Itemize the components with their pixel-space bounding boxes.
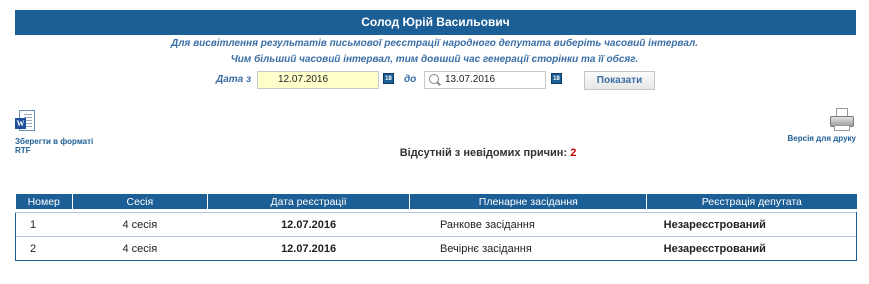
registration-table: Номер Сесія Дата реєстрації Пленарне зас… xyxy=(15,194,857,261)
date-filter-row: Дата з 12.07.2016 18 до 13.07.2016 18 По… xyxy=(0,71,869,91)
cell-number: 2 xyxy=(15,236,73,261)
table-row: 2 4 сесія 12.07.2016 Вечірнє засідання Н… xyxy=(15,236,857,261)
save-rtf-label-line-1[interactable]: Зберегти в форматі xyxy=(15,137,125,146)
word-document-line xyxy=(24,114,32,115)
column-header-date: Дата реєстрації xyxy=(207,194,411,209)
date-to-label: до xyxy=(404,74,417,85)
absent-label: Відсутній з невідомих причин: xyxy=(399,147,568,159)
print-version-link[interactable]: Версія для друку xyxy=(788,108,857,143)
search-icon xyxy=(429,74,439,84)
cell-registration-status: Незареєстрований xyxy=(646,212,857,237)
cell-date: 12.07.2016 xyxy=(207,236,410,261)
date-to-input[interactable]: 13.07.2016 xyxy=(424,71,546,89)
word-document-icon[interactable]: W xyxy=(15,110,37,134)
table-row: 1 4 сесія 12.07.2016 Ранкове засідання Н… xyxy=(15,212,857,237)
date-from-label: Дата з xyxy=(216,74,252,85)
column-header-number: Номер xyxy=(15,194,73,209)
sitting-link[interactable]: Вечірнє засідання xyxy=(409,236,647,261)
show-button[interactable]: Показати xyxy=(584,71,655,90)
cell-session: 4 сесія xyxy=(72,212,208,237)
printer-tray xyxy=(834,125,850,131)
column-header-session: Сесія xyxy=(72,194,208,209)
absent-count: 2 xyxy=(570,147,577,159)
column-header-registration: Реєстрація депутата xyxy=(646,194,857,209)
absent-summary: Відсутній з невідомих причин: 2 xyxy=(0,147,869,159)
cell-date: 12.07.2016 xyxy=(207,212,410,237)
table-header-row: Номер Сесія Дата реєстрації Пленарне зас… xyxy=(15,194,857,209)
info-text-line-1: Для висвітлення результатів письмової ре… xyxy=(170,38,699,49)
sitting-link[interactable]: Ранкове засідання xyxy=(409,212,647,237)
print-version-label[interactable]: Версія для друку xyxy=(788,134,857,143)
cell-registration-status: Незареєстрований xyxy=(646,236,857,261)
column-header-sitting: Пленарне засідання xyxy=(409,194,648,209)
cell-number: 1 xyxy=(15,212,73,237)
word-badge: W xyxy=(15,118,26,129)
cell-session: 4 сесія xyxy=(72,236,208,261)
info-text-line-2: Чим більший часовий інтервал, тим довший… xyxy=(230,54,639,65)
page-title: Солод Юрій Васильович xyxy=(15,10,856,35)
calendar-to-icon[interactable]: 18 xyxy=(551,73,562,84)
calendar-from-icon[interactable]: 18 xyxy=(383,73,394,84)
date-from-input[interactable]: 12.07.2016 xyxy=(257,71,379,89)
printer-icon[interactable] xyxy=(828,108,856,132)
